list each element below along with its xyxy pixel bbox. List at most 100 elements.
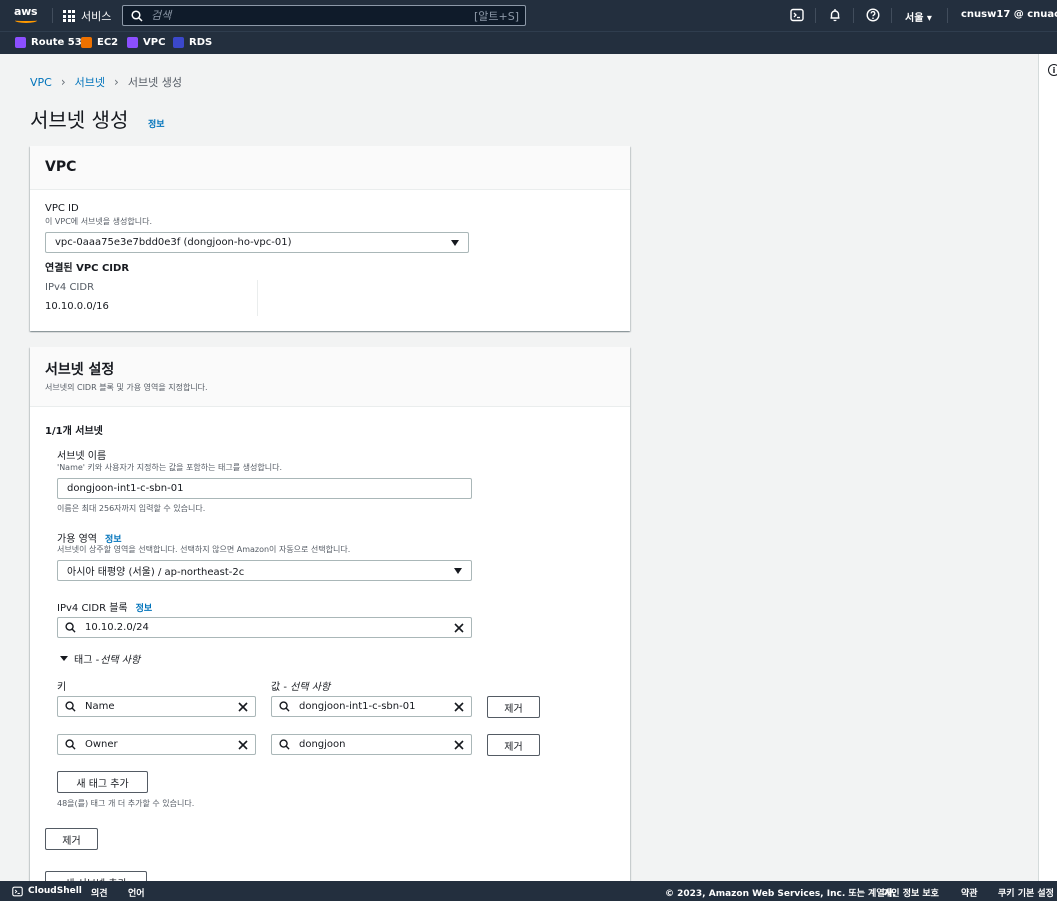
chevron-right-icon: › [60,75,66,89]
footer-terms-link[interactable]: 약관 [961,886,978,899]
search-icon [65,701,76,712]
tag-value-optional: 선택 사항 [290,682,331,693]
tag-value-value: dongjoon-int1-c-sbn-01 [299,701,416,712]
aws-logo[interactable]: aws [14,5,40,25]
tag-value-input[interactable]: dongjoon [271,734,472,755]
breadcrumb-vpc[interactable]: VPC [30,76,52,89]
page-title: 서브넷 생성 [30,108,129,132]
subnet-settings-description: 서브넷의 CIDR 블록 및 가용 영역을 지정합니다. [45,383,208,392]
ipv4-cidr-block-input[interactable]: 10.10.2.0/24 [57,617,472,638]
az-label-row: 가용 영역 정보 [57,530,122,545]
aws-smile-icon [15,18,37,23]
remove-tag-button[interactable]: 제거 [487,696,540,718]
vpc-id-select[interactable]: vpc-0aaa75e3e7bdd0e3f (dongjoon-ho-vpc-0… [45,232,469,253]
nav-divider [947,8,948,23]
add-tag-button[interactable]: 새 태그 추가 [57,771,148,793]
ipv4-cidr-value: 10.10.0.0/16 [45,301,109,312]
nav-divider [52,8,53,23]
favorite-label: RDS [189,37,213,48]
chevron-right-icon: › [114,75,119,89]
ipv4-cidr-label: IPv4 CIDR [45,282,95,293]
favorite-ec2[interactable]: EC2 [81,37,118,48]
cidr-label-row: IPv4 CIDR 블록 정보 [57,599,152,614]
tools-panel-rail: i [1038,54,1057,881]
footer-cloudshell-link[interactable]: CloudShell [28,886,82,896]
subnet-name-description: 'Name' 키와 사용자가 지정하는 값을 포함하는 태그를 생성합니다. [57,463,282,472]
clear-icon[interactable] [454,739,464,750]
search-icon [279,701,290,712]
tag-key-input[interactable]: Owner [57,734,256,755]
favorite-route53[interactable]: Route 53 [15,37,82,48]
clear-icon[interactable] [238,701,248,712]
services-label: 서비스 [81,10,112,23]
subnet-name-label: 서브넷 이름 [57,451,107,462]
breadcrumb: VPC › 서브넷 › 서브넷 생성 [30,74,182,90]
footer: CloudShell 의견 언어 © 2023, Amazon Web Serv… [0,881,1057,901]
favorite-rds[interactable]: RDS [173,37,212,48]
clear-icon[interactable] [454,701,464,712]
nav-divider [853,8,854,23]
top-navigation: aws 서비스 [알트+S] 서울 ▾ cnusw17 @ cnuackr ▾ [0,0,1057,31]
tags-expander[interactable]: 태그 - 선택 사항 [60,651,140,666]
breadcrumb-current: 서브넷 생성 [127,76,182,89]
tags-optional-label: 선택 사항 [100,655,141,666]
subnet-settings-container: 서브넷 설정 서브넷의 CIDR 블록 및 가용 영역을 지정합니다. 1/1개… [30,347,630,893]
tag-key-value: Name [85,701,115,712]
region-selector[interactable]: 서울 ▾ [905,9,932,24]
tag-key-value: Owner [85,739,118,750]
tags-toggle-label: 태그 - [74,655,100,666]
page-info-link[interactable]: 정보 [148,117,165,130]
subnet-name-input[interactable]: dongjoon-int1-c-sbn-01 [57,478,472,499]
vpc-container-title: VPC [45,159,77,175]
availability-zone-description: 서브넷이 상주할 영역을 선택합니다. 선택하지 않으면 Amazon이 자동으… [57,545,351,554]
vpc-container: VPC VPC ID 이 VPC에 서브넷을 생성합니다. vpc-0aaa75… [30,146,630,331]
global-search[interactable]: [알트+S] [122,5,526,26]
services-menu-button[interactable]: 서비스 [63,8,111,24]
breadcrumb-subnets[interactable]: 서브넷 [75,74,105,90]
favorite-vpc[interactable]: VPC [127,37,165,48]
clear-icon[interactable] [454,622,464,633]
nav-divider [891,8,892,23]
remove-subnet-button[interactable]: 제거 [45,828,98,850]
bell-icon[interactable] [828,8,842,22]
search-icon [65,622,76,633]
availability-zone-label: 가용 영역 [57,534,97,545]
favorites-bar: Route 53 EC2 VPC RDS [0,31,1057,54]
search-icon [279,739,290,750]
vpc-container-header: VPC [30,146,630,190]
availability-zone-select[interactable]: 아시아 태평양 (서울) / ap-northeast-2c [57,560,472,581]
tag-limit-hint: 48을(를) 태그 개 더 추가할 수 있습니다. [57,799,195,808]
favorite-label: EC2 [97,37,119,48]
tag-key-input[interactable]: Name [57,696,256,717]
clear-icon[interactable] [238,739,248,750]
tag-value-header: 값 - 선택 사항 [271,678,330,693]
cloudshell-icon[interactable] [790,8,804,22]
aws-logo-text: aws [14,5,38,18]
tag-value-input[interactable]: dongjoon-int1-c-sbn-01 [271,696,472,717]
subnet-name-hint: 이름은 최대 256자까지 입력할 수 있습니다. [57,504,206,513]
rds-icon [173,37,184,48]
favorite-label: Route 53 [31,37,82,48]
cidr-info-link[interactable]: 정보 [136,601,153,614]
footer-copyright: © 2023, Amazon Web Services, Inc. 또는 계열사… [665,889,897,899]
favorite-label: VPC [143,37,166,48]
footer-privacy-link[interactable]: 개인 정보 보호 [883,886,939,899]
vpc-id-value: vpc-0aaa75e3e7bdd0e3f (dongjoon-ho-vpc-0… [55,237,292,248]
search-icon [131,9,143,22]
tag-key-header: 키 [57,682,67,693]
subnet-settings-header: 서브넷 설정 서브넷의 CIDR 블록 및 가용 영역을 지정합니다. [30,347,630,407]
footer-language-link[interactable]: 언어 [128,886,145,899]
footer-feedback-link[interactable]: 의견 [91,886,108,899]
grid-icon [63,10,75,22]
search-input[interactable] [151,9,474,22]
caret-down-icon [451,239,459,246]
vpc-id-label: VPC ID [45,203,79,214]
search-shortcut-hint: [알트+S] [473,9,519,23]
route53-icon [15,37,26,48]
account-menu[interactable]: cnusw17 @ cnuackr ▾ [961,9,1057,20]
footer-cookies-link[interactable]: 쿠키 기본 설정 [998,886,1054,899]
help-icon[interactable] [866,8,880,22]
info-panel-icon[interactable]: i [1048,64,1057,76]
caret-down-icon [60,656,68,661]
remove-tag-button[interactable]: 제거 [487,734,540,756]
